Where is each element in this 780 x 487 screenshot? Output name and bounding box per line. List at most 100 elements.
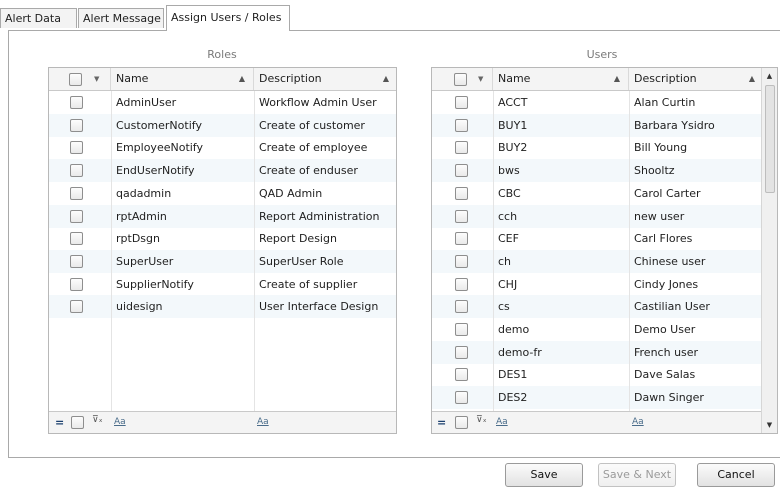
name-cell: AdminUser — [116, 96, 177, 109]
table-row[interactable]: ACCT Alan Curtin — [432, 91, 761, 114]
row-select-checkbox[interactable] — [70, 186, 83, 200]
name-cell: CHJ — [498, 277, 518, 291]
row-select-checkbox[interactable] — [455, 186, 468, 200]
column-divider — [493, 91, 494, 411]
description-cell: Create of supplier — [259, 277, 358, 291]
name-cell: CEF — [498, 232, 519, 246]
tab-alert-message[interactable]: Alert Message — [78, 8, 164, 28]
roles-name-filter[interactable]: Aa — [111, 412, 254, 433]
roles-name-column-header[interactable]: Name ▲ — [111, 68, 254, 90]
table-row[interactable]: demo Demo User — [432, 318, 761, 341]
table-row[interactable]: DES1 Dave Salas — [432, 363, 761, 386]
equals-icon[interactable]: = — [437, 416, 446, 429]
column-divider — [111, 91, 112, 411]
description-cell: Workflow Admin User — [259, 96, 377, 109]
tab-alert-data[interactable]: Alert Data — [0, 8, 77, 28]
row-select-checkbox[interactable] — [455, 254, 468, 268]
table-row[interactable]: CBC Carol Carter — [432, 182, 761, 205]
sort-ascending-icon: ▲ — [238, 74, 245, 83]
row-select-checkbox[interactable] — [455, 164, 468, 178]
description-cell: Create of customer — [259, 118, 365, 132]
save-next-button[interactable]: Save & Next — [598, 463, 676, 487]
users-vertical-scrollbar[interactable]: ▲ ▼ — [761, 68, 777, 433]
row-select-checkbox[interactable] — [455, 209, 468, 223]
equals-icon[interactable]: = — [55, 416, 64, 429]
row-select-checkbox[interactable] — [455, 300, 468, 314]
table-row[interactable]: SupplierNotify Create of supplier — [49, 273, 396, 296]
row-select-checkbox[interactable] — [455, 232, 468, 246]
table-row[interactable]: BUY2 Bill Young — [432, 136, 761, 159]
users-select-all-checkbox[interactable] — [454, 73, 467, 86]
roles-filter-checkbox[interactable] — [71, 416, 84, 429]
row-select-checkbox[interactable] — [70, 254, 83, 268]
row-select-checkbox[interactable] — [70, 164, 83, 178]
row-select-checkbox[interactable] — [70, 141, 83, 155]
users-name-column-header[interactable]: Name ▲ — [493, 68, 629, 90]
row-select-checkbox[interactable] — [70, 277, 83, 291]
table-row[interactable]: DES2 Dawn Singer — [432, 386, 761, 410]
description-cell: Dawn Singer — [634, 391, 704, 405]
table-row[interactable]: uidesign User Interface Design — [49, 295, 396, 319]
chevron-down-icon[interactable]: ▼ — [478, 68, 483, 90]
description-cell: User Interface Design — [259, 300, 379, 314]
roles-name-filter-label: Aa — [114, 417, 126, 427]
row-select-checkbox[interactable] — [70, 118, 83, 132]
row-select-checkbox[interactable] — [455, 277, 468, 291]
scrollbar-thumb[interactable] — [765, 85, 775, 193]
filter-clear-icon[interactable]: ⊽ₓ — [92, 415, 103, 425]
users-filter-row: = ⊽ₓ Aa Aa — [432, 411, 761, 433]
table-row[interactable]: ch Chinese user — [432, 249, 761, 273]
users-description-filter[interactable]: Aa — [629, 412, 763, 433]
column-divider — [254, 91, 255, 411]
name-cell: rptDsgn — [116, 232, 160, 246]
scroll-up-icon[interactable]: ▲ — [762, 68, 777, 84]
description-cell: Bill Young — [634, 141, 688, 155]
table-row[interactable]: cs Castilian User — [432, 295, 761, 319]
filter-clear-icon[interactable]: ⊽ₓ — [476, 415, 487, 425]
row-select-checkbox[interactable] — [70, 209, 83, 223]
cancel-button[interactable]: Cancel — [697, 463, 775, 487]
description-cell: Demo User — [634, 323, 696, 336]
roles-description-header-label: Description — [259, 72, 322, 85]
table-row[interactable]: CEF Carl Flores — [432, 227, 761, 250]
row-select-checkbox[interactable] — [455, 345, 468, 359]
row-select-checkbox[interactable] — [455, 391, 468, 405]
table-row[interactable]: cch new user — [432, 204, 761, 228]
column-divider — [629, 91, 630, 411]
description-cell: Carol Carter — [634, 186, 701, 200]
table-row[interactable]: AdminUser Workflow Admin User — [49, 91, 396, 114]
users-name-filter[interactable]: Aa — [493, 412, 629, 433]
row-select-checkbox[interactable] — [455, 368, 468, 382]
roles-description-filter[interactable]: Aa — [254, 412, 397, 433]
roles-select-all-checkbox[interactable] — [69, 73, 82, 86]
table-row[interactable]: CHJ Cindy Jones — [432, 273, 761, 296]
name-cell: CustomerNotify — [116, 118, 202, 132]
table-row[interactable]: EmployeeNotify Create of employee — [49, 136, 396, 159]
table-row[interactable]: qadadmin QAD Admin — [49, 182, 396, 205]
roles-description-column-header[interactable]: Description ▲ — [254, 68, 397, 90]
users-filter-checkbox[interactable] — [455, 416, 468, 429]
table-row[interactable]: BUY1 Barbara Ysidro — [432, 113, 761, 137]
row-select-checkbox[interactable] — [455, 141, 468, 155]
table-row[interactable]: bws Shooltz — [432, 159, 761, 183]
row-select-checkbox[interactable] — [455, 323, 468, 336]
table-row[interactable]: rptAdmin Report Administration — [49, 204, 396, 228]
table-row[interactable]: demo-fr French user — [432, 340, 761, 364]
table-row[interactable]: CustomerNotify Create of customer — [49, 113, 396, 137]
row-select-checkbox[interactable] — [70, 232, 83, 246]
table-row[interactable]: rptDsgn Report Design — [49, 227, 396, 250]
tab-assign-users-roles[interactable]: Assign Users / Roles — [166, 5, 290, 31]
row-select-checkbox[interactable] — [455, 118, 468, 132]
users-description-column-header[interactable]: Description ▲ — [629, 68, 763, 90]
row-select-checkbox[interactable] — [455, 96, 468, 109]
row-select-checkbox[interactable] — [70, 96, 83, 109]
name-cell: DES2 — [498, 391, 528, 405]
table-row[interactable]: SuperUser SuperUser Role — [49, 249, 396, 273]
chevron-down-icon[interactable]: ▼ — [94, 68, 99, 90]
row-select-checkbox[interactable] — [70, 300, 83, 314]
name-cell: BUY1 — [498, 118, 528, 132]
scroll-down-icon[interactable]: ▼ — [762, 417, 777, 433]
table-row[interactable]: EndUserNotify Create of enduser — [49, 159, 396, 183]
name-cell: ACCT — [498, 96, 528, 109]
save-button[interactable]: Save — [505, 463, 583, 487]
